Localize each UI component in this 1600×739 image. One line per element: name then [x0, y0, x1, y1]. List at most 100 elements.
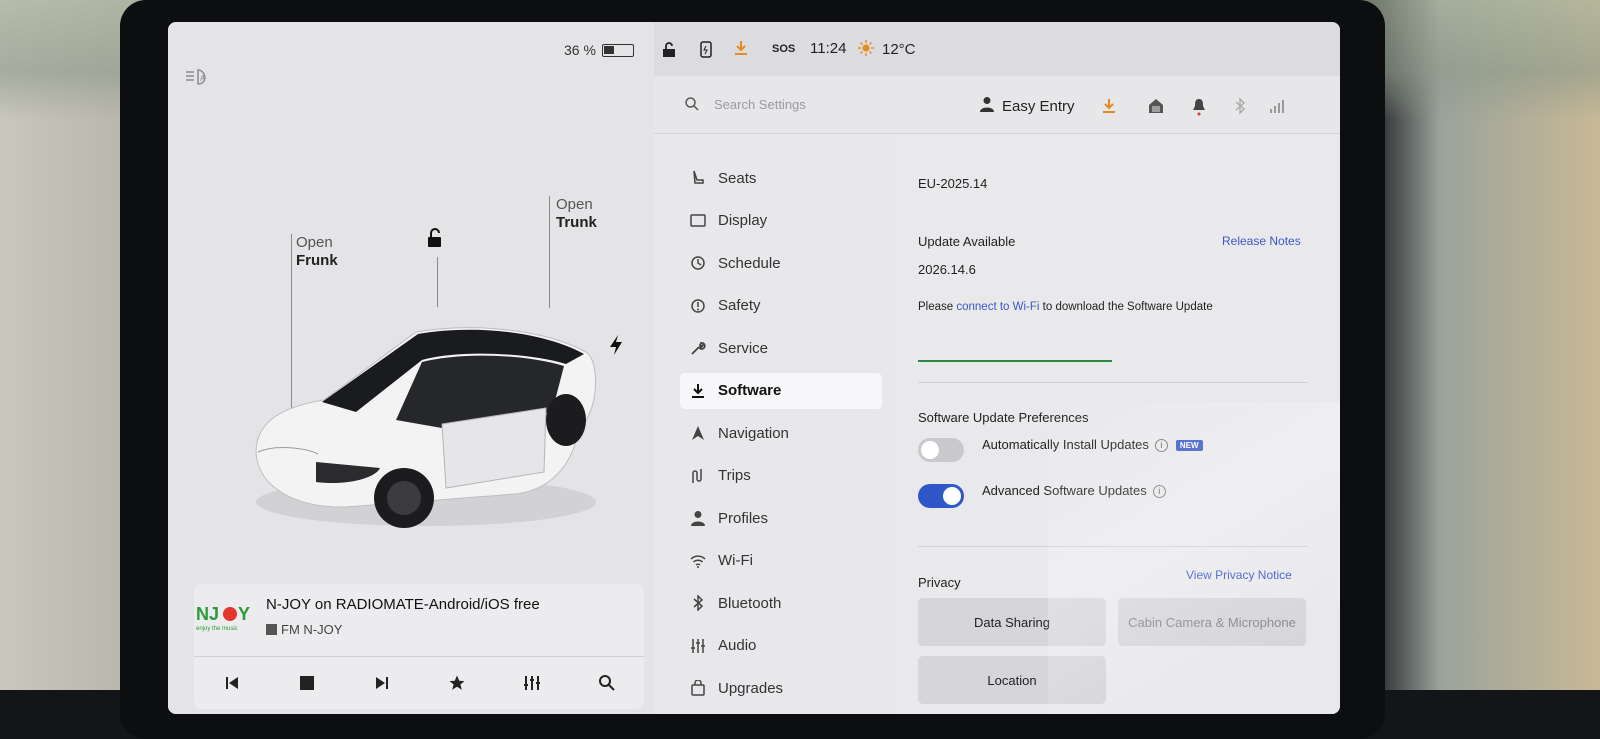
trunk-action: Open: [556, 196, 593, 213]
sos-icon[interactable]: SOS: [772, 43, 795, 55]
previous-track-icon[interactable]: [217, 668, 247, 698]
advanced-updates-toggle[interactable]: [918, 484, 964, 508]
equalizer-icon[interactable]: [517, 668, 547, 698]
privacy-title: Privacy: [918, 575, 961, 590]
stop-icon[interactable]: [292, 668, 322, 698]
nav-item-wi-fi[interactable]: Wi-Fi: [680, 543, 882, 579]
release-notes-link[interactable]: Release Notes: [1222, 234, 1301, 248]
notification-bell-icon[interactable]: [1192, 98, 1208, 116]
svg-text:A: A: [200, 74, 206, 83]
cabin-camera-button[interactable]: Cabin Camera & Microphone: [1118, 598, 1306, 646]
wifi-message: Please connect to Wi-Fi to download the …: [918, 301, 1213, 313]
nav-item-navigation[interactable]: Navigation: [680, 415, 882, 451]
auto-install-row: Automatically Install Updates i NEW: [982, 437, 1203, 453]
person-icon: [980, 96, 994, 116]
media-station: FM N-JOY: [266, 622, 342, 637]
new-badge: NEW: [1175, 440, 1203, 452]
open-trunk-button[interactable]: Open Trunk: [556, 196, 597, 232]
search-settings-input[interactable]: [714, 92, 934, 116]
update-available-label: Update Available: [918, 234, 1016, 249]
clock-time: 11:24: [810, 40, 847, 57]
data-sharing-button[interactable]: Data Sharing: [918, 598, 1106, 646]
clock-icon: [690, 255, 706, 271]
toggle-knob: [943, 487, 961, 505]
battery-icon: [601, 43, 634, 57]
wifi-message-prefix: Please: [918, 301, 954, 313]
nav-item-bluetooth[interactable]: Bluetooth: [680, 585, 882, 621]
nav-item-label: Service: [718, 339, 769, 357]
nav-item-label: Trips: [718, 467, 751, 484]
software-settings-content: EU-2025.14 Update Available Release Note…: [890, 134, 1340, 714]
trunk-label: Trunk: [556, 214, 597, 231]
trips-icon: [690, 468, 706, 484]
station-logo: NJ Y enjoy the music: [196, 602, 254, 632]
nav-item-label: Navigation: [718, 424, 789, 442]
search-icon: [684, 96, 700, 112]
outside-temperature: 12°C: [882, 41, 916, 58]
media-controls: [194, 662, 644, 704]
auto-headlights-icon[interactable]: A: [184, 68, 214, 88]
media-player: NJ Y enjoy the music N-JOY on RADIOMATE-…: [194, 584, 644, 709]
nav-item-software[interactable]: Software: [680, 372, 882, 409]
nav-item-trips[interactable]: Trips: [680, 458, 882, 494]
location-button[interactable]: Location: [918, 656, 1106, 704]
settings-header: Easy Entry: [654, 76, 1340, 134]
download-status-icon[interactable]: [734, 40, 748, 59]
nav-item-upgrades[interactable]: Upgrades: [680, 670, 882, 706]
battery-indicator: 36 %: [564, 42, 634, 58]
nav-item-label: Schedule: [718, 254, 781, 272]
nav-item-safety[interactable]: Safety: [680, 288, 882, 324]
media-search-icon[interactable]: [592, 668, 622, 698]
bluetooth-status-icon[interactable]: [1234, 97, 1250, 115]
equalizer-icon: [690, 638, 706, 654]
advanced-updates-label: Advanced Software Updates: [982, 483, 1147, 498]
media-divider: [194, 656, 644, 657]
view-privacy-notice-link[interactable]: View Privacy Notice: [1186, 568, 1292, 582]
phone-key-icon[interactable]: [700, 41, 712, 61]
nav-item-profiles[interactable]: Profiles: [680, 500, 882, 536]
open-frunk-button[interactable]: Open Frunk: [296, 234, 338, 270]
unlocked-status-icon[interactable]: [662, 42, 676, 61]
toggle-knob: [921, 441, 939, 459]
vehicle-image: [246, 302, 606, 532]
info-icon[interactable]: i: [1154, 439, 1168, 453]
nav-item-seats[interactable]: Seats: [680, 160, 882, 196]
lock-callout-line: [437, 257, 438, 307]
navigation-icon: [690, 425, 706, 441]
unlock-icon[interactable]: [423, 227, 445, 249]
nav-item-service[interactable]: Service: [680, 330, 882, 366]
frunk-action: Open: [296, 234, 333, 251]
nav-item-display[interactable]: Display: [680, 203, 882, 239]
wifi-icon: [690, 553, 706, 569]
nav-item-label: Bluetooth: [718, 594, 782, 612]
touchscreen: A 36 % Open Frunk Open Trunk NJ Y enjoy …: [168, 22, 1340, 714]
vehicle-panel: A 36 % Open Frunk Open Trunk NJ Y enjoy …: [168, 22, 654, 714]
homelink-garage-icon[interactable]: [1148, 98, 1164, 114]
nav-item-label: Seats: [718, 169, 757, 187]
info-icon[interactable]: i: [1152, 485, 1166, 499]
advanced-updates-row: Advanced Software Updates i: [982, 483, 1166, 499]
nav-item-label: Safety: [718, 297, 761, 314]
software-download-icon[interactable]: [1102, 98, 1118, 114]
update-version: 2026.14.6: [918, 262, 976, 277]
svg-text:enjoy the music: enjoy the music: [196, 626, 238, 632]
nav-item-schedule[interactable]: Schedule: [680, 245, 882, 281]
download-progress-bar: [918, 360, 1112, 362]
frunk-label: Frunk: [296, 252, 338, 269]
auto-install-label: Automatically Install Updates: [982, 437, 1149, 452]
nav-item-label: Wi-Fi: [718, 552, 753, 569]
connect-wifi-link[interactable]: connect to Wi-Fi: [956, 301, 1039, 313]
auto-install-toggle[interactable]: [918, 438, 964, 462]
lte-signal-icon: [1268, 98, 1284, 114]
next-track-icon[interactable]: [367, 668, 397, 698]
nav-item-label: Upgrades: [718, 679, 784, 697]
svg-text:NJ: NJ: [196, 604, 219, 624]
nav-item-audio[interactable]: Audio: [680, 628, 882, 664]
trunk-callout-line: [549, 196, 550, 308]
favorite-star-icon[interactable]: [442, 668, 472, 698]
nav-item-label: Software: [718, 382, 782, 399]
nav-item-label: Profiles: [718, 509, 769, 527]
driver-profile-button[interactable]: Easy Entry: [980, 96, 1075, 116]
charge-port-icon[interactable]: [608, 334, 624, 356]
bluetooth-icon: [690, 595, 706, 611]
